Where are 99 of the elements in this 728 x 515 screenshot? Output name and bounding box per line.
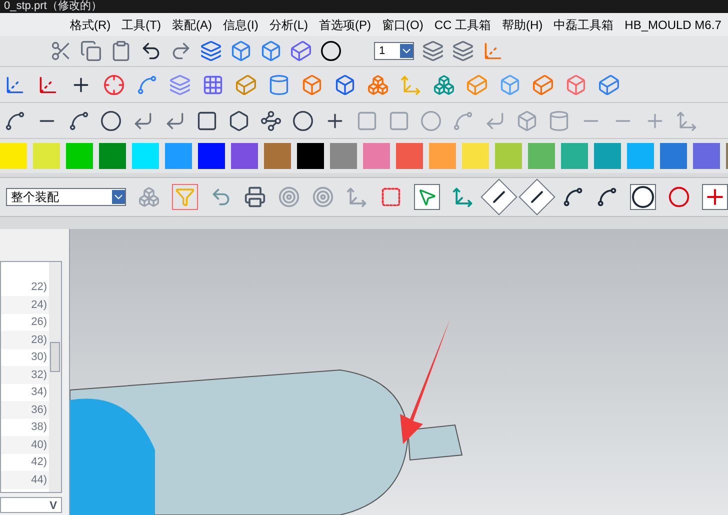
color-swatch[interactable]: [231, 143, 258, 169]
color-swatch[interactable]: [132, 143, 159, 169]
selection-box-icon[interactable]: [380, 186, 402, 208]
color-swatch[interactable]: [627, 143, 654, 169]
color-swatch[interactable]: [693, 143, 720, 169]
boxes-icon[interactable]: [433, 74, 455, 96]
menu-item[interactable]: 首选项(P): [319, 16, 371, 34]
cylinder-icon[interactable]: [268, 74, 290, 96]
list-row[interactable]: 40): [1, 436, 49, 454]
curve-icon[interactable]: [562, 186, 584, 208]
bottom-dropdown[interactable]: V: [0, 497, 62, 513]
color-swatch[interactable]: [198, 143, 225, 169]
undo-icon[interactable]: [140, 40, 162, 62]
wireframe-box-icon[interactable]: [290, 40, 312, 62]
list-row[interactable]: 26): [1, 314, 49, 332]
color-swatch[interactable]: [495, 143, 522, 169]
color-swatch[interactable]: [561, 143, 588, 169]
scope-dropdown[interactable]: 整个装配: [6, 188, 126, 206]
menu-item[interactable]: 分析(L): [269, 16, 308, 34]
list-row[interactable]: 36): [1, 402, 49, 419]
scrollbar[interactable]: [49, 262, 61, 492]
color-swatch[interactable]: [33, 143, 60, 169]
list-row[interactable]: 30): [1, 349, 49, 366]
list-row[interactable]: 38): [1, 419, 49, 436]
menu-item[interactable]: 格式(R): [70, 16, 111, 34]
window-title: 0_stp.prt（修改的）: [4, 1, 102, 12]
layer-combo[interactable]: 1: [374, 42, 414, 60]
layers-icon[interactable]: [200, 40, 222, 62]
color-swatch[interactable]: [330, 143, 357, 169]
copy-icon[interactable]: [80, 40, 102, 62]
filter-icon[interactable]: [172, 184, 198, 210]
menu-item[interactable]: HB_MOULD M6.7: [624, 16, 722, 34]
hexagon-icon[interactable]: [228, 110, 250, 132]
list-row[interactable]: 34): [1, 384, 49, 402]
list-row[interactable]: 22): [1, 279, 49, 296]
move-icon[interactable]: [452, 186, 474, 208]
menu-item[interactable]: 信息(I): [223, 16, 258, 34]
axis-icon[interactable]: [482, 40, 504, 62]
dropdown-icon: [400, 44, 413, 58]
box-icon[interactable]: [230, 40, 252, 62]
circle-icon[interactable]: [100, 110, 122, 132]
list-row[interactable]: 32): [1, 366, 49, 384]
color-swatch[interactable]: [66, 143, 93, 169]
circle-icon[interactable]: [630, 184, 656, 210]
color-swatch[interactable]: [264, 143, 291, 169]
curve-icon[interactable]: [596, 186, 618, 208]
redo-icon[interactable]: [170, 40, 192, 62]
color-swatch[interactable]: [462, 143, 489, 169]
snap-icon[interactable]: [278, 186, 300, 208]
component-icon[interactable]: [138, 186, 160, 208]
layers-icon[interactable]: [422, 40, 444, 62]
block-icon[interactable]: [532, 74, 554, 96]
menu-item[interactable]: 窗口(O): [382, 16, 424, 34]
snap-icon[interactable]: [312, 186, 334, 208]
polyline-icon[interactable]: [260, 110, 282, 132]
dropdown-icon: [112, 190, 125, 204]
color-swatch[interactable]: [297, 143, 324, 169]
rectangle-icon[interactable]: [196, 110, 218, 132]
boxes-icon[interactable]: [367, 74, 389, 96]
block-icon[interactable]: [466, 74, 488, 96]
menu-item[interactable]: 中磊工具箱: [554, 16, 614, 34]
list-row[interactable]: 28): [1, 332, 49, 349]
box-icon[interactable]: [565, 74, 587, 96]
menu-item[interactable]: 帮助(H): [502, 16, 543, 34]
color-swatch[interactable]: [660, 143, 687, 169]
circle-icon[interactable]: [320, 40, 342, 62]
color-swatch[interactable]: [594, 143, 621, 169]
box-icon[interactable]: [301, 74, 323, 96]
menu-item[interactable]: 装配(A): [172, 16, 212, 34]
color-swatch[interactable]: [0, 143, 27, 169]
curve-icon[interactable]: [4, 110, 26, 132]
menu-item[interactable]: 工具(T): [122, 16, 161, 34]
box-icon[interactable]: [260, 40, 282, 62]
box-icon[interactable]: [334, 74, 356, 96]
back-arrow-icon[interactable]: [210, 186, 232, 208]
box-icon[interactable]: [499, 74, 521, 96]
grid-icon[interactable]: [202, 74, 224, 96]
color-swatch[interactable]: [396, 143, 423, 169]
color-swatch[interactable]: [99, 143, 126, 169]
color-swatch[interactable]: [429, 143, 456, 169]
crosshair-icon[interactable]: [103, 74, 125, 96]
menu-item[interactable]: CC 工具箱: [434, 16, 491, 34]
paste-icon[interactable]: [110, 40, 132, 62]
list-row[interactable]: 42): [1, 454, 49, 472]
color-swatch[interactable]: [528, 143, 555, 169]
color-swatch[interactable]: [165, 143, 192, 169]
layers-icon[interactable]: [452, 40, 474, 62]
ellipse-icon[interactable]: [292, 110, 314, 132]
pointer-icon[interactable]: [414, 184, 440, 210]
block-icon[interactable]: [235, 74, 257, 96]
arc-icon[interactable]: [68, 110, 90, 132]
list-row[interactable]: 24): [1, 296, 49, 314]
move-icon[interactable]: [346, 186, 368, 208]
printer-icon[interactable]: [244, 186, 266, 208]
block-icon[interactable]: [598, 74, 620, 96]
list-row[interactable]: 44): [1, 472, 49, 489]
color-swatch[interactable]: [363, 143, 390, 169]
scissors-icon[interactable]: [50, 40, 72, 62]
move-icon[interactable]: [400, 74, 422, 96]
